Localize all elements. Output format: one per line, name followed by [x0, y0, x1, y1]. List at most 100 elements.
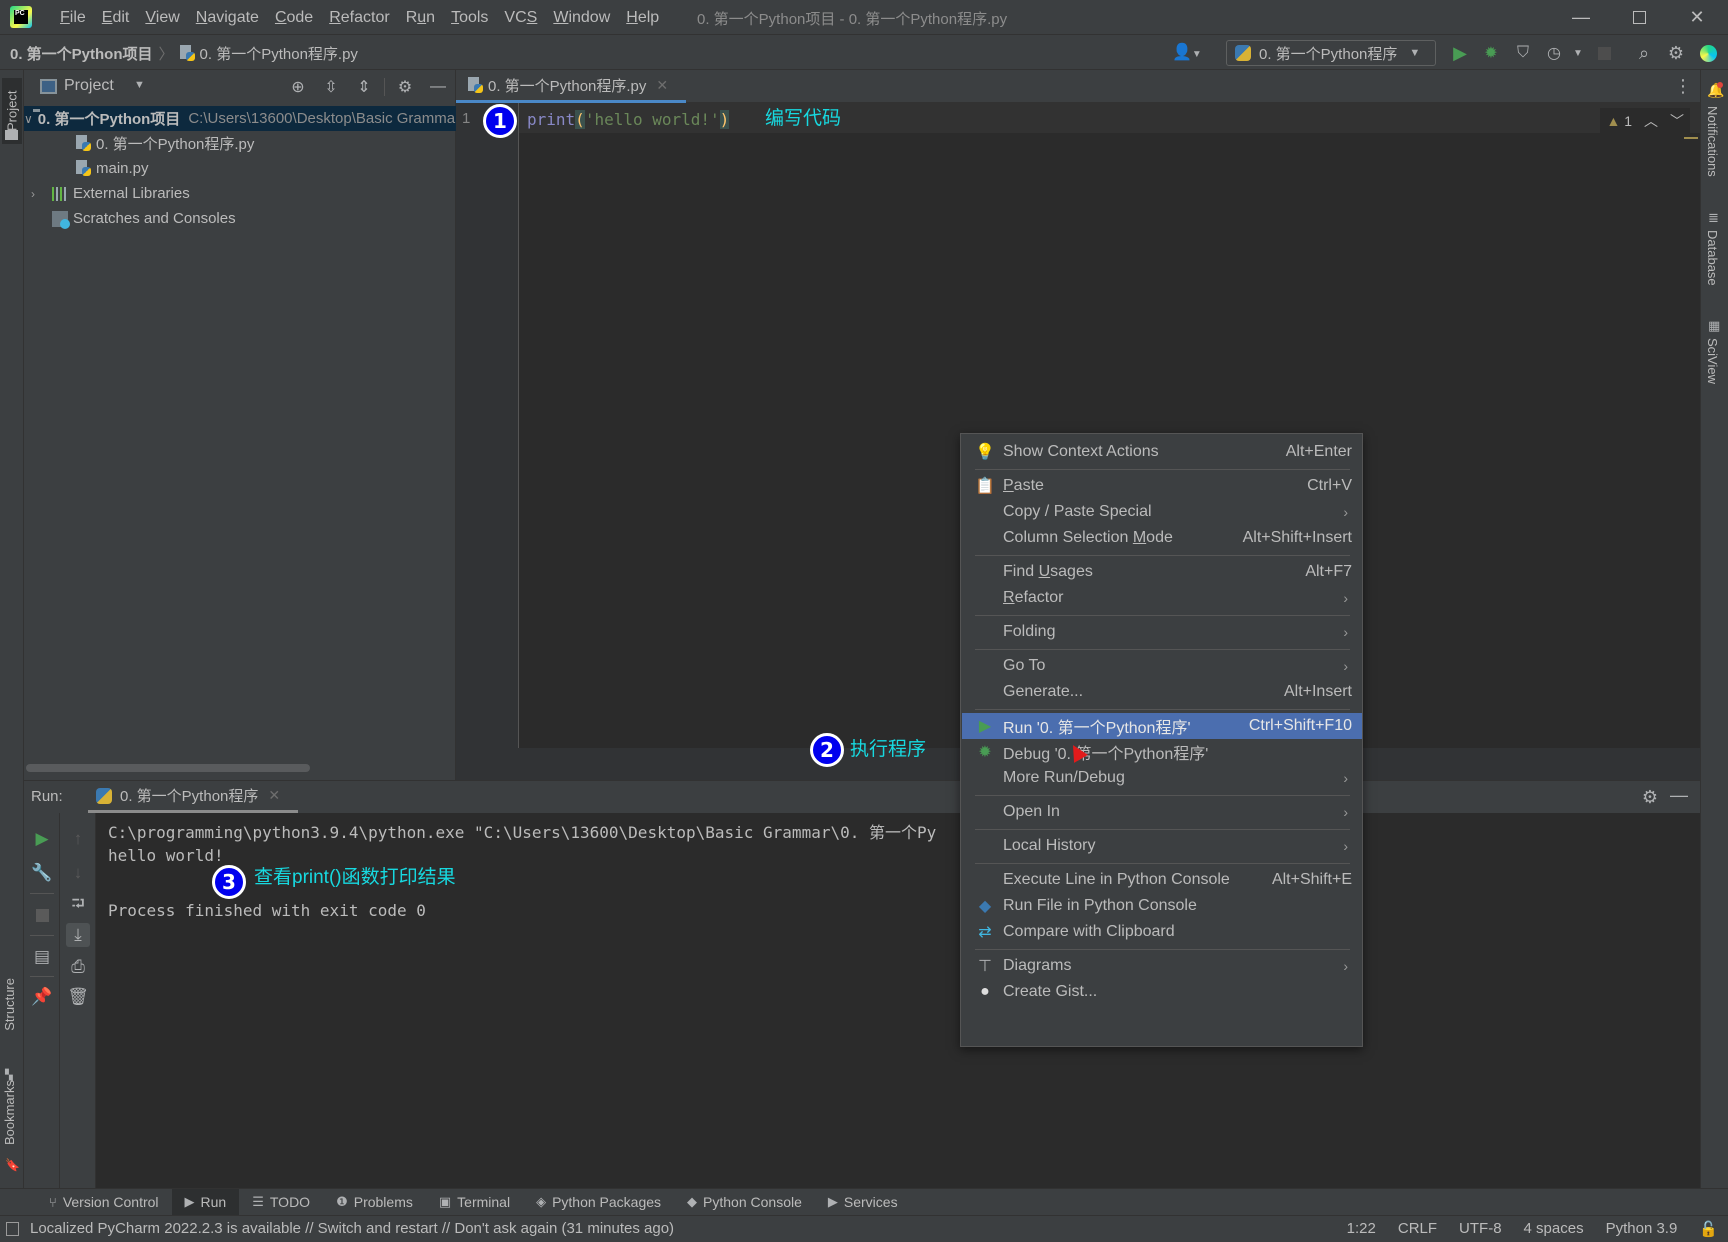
menu-item-show-context-actions[interactable]: 💡 Show Context Actions Alt+Enter [962, 439, 1362, 465]
maximize-button[interactable] [1610, 0, 1668, 35]
print-icon[interactable]: ⎙ [66, 955, 90, 979]
tool-tab-bookmarks[interactable]: Bookmarks [2, 1080, 17, 1145]
menu-item-go-to[interactable]: Go To › [962, 653, 1362, 679]
stop-button[interactable] [1593, 42, 1615, 64]
bottom-tab-terminal[interactable]: ▣ Terminal [426, 1189, 523, 1216]
tree-item-project-root[interactable]: ∨ 0. 第一个Python项目 C:\Users\13600\Desktop\… [24, 106, 456, 131]
close-window-button[interactable]: ✕ [1668, 0, 1726, 35]
vcs-user-button[interactable]: 👤▼ [1172, 42, 1202, 62]
tree-item-file[interactable]: 0. 第一个Python程序.py [24, 131, 456, 156]
up-arrow-icon[interactable]: ↑ [66, 827, 90, 851]
trash-icon[interactable]: 🗑 [66, 985, 90, 1009]
tool-tab-sciview[interactable]: SciView [1705, 338, 1720, 384]
caret-position[interactable]: 1:22 [1347, 1220, 1376, 1238]
run-with-coverage-button[interactable]: ⛉ [1512, 42, 1534, 64]
soft-wrap-icon[interactable]: ⮒ [66, 893, 90, 917]
menu-refactor[interactable]: Refactor [321, 9, 397, 27]
previous-highlight-icon[interactable]: ︿ [1644, 111, 1658, 131]
menu-item-run-python[interactable]: ▶ Run '0. 第一个Python程序' Ctrl+Shift+F10 [962, 713, 1362, 739]
menu-item-copy-paste-special[interactable]: Copy / Paste Special › [962, 499, 1362, 525]
scroll-to-end-icon[interactable]: ⤓ [66, 923, 90, 947]
menu-view[interactable]: View [137, 9, 187, 27]
line-separator[interactable]: CRLF [1398, 1220, 1437, 1238]
menu-item-diagrams[interactable]: ⊤ Diagrams › [962, 953, 1362, 979]
menu-item-open-in[interactable]: Open In › [962, 799, 1362, 825]
wrench-icon[interactable]: 🔧 [30, 861, 54, 885]
menu-edit[interactable]: Edit [94, 9, 138, 27]
pin-icon[interactable]: 📌 [30, 985, 54, 1009]
profile-button[interactable]: ◷ [1543, 42, 1565, 64]
menu-file[interactable]: File [52, 9, 94, 27]
menu-item-local-history[interactable]: Local History › [962, 833, 1362, 859]
settings-button[interactable]: ⚙ [1665, 42, 1687, 64]
menu-item-run-file-in-python-console[interactable]: ◆ Run File in Python Console [962, 893, 1362, 919]
unlock-icon[interactable]: 🔓 [1699, 1220, 1718, 1238]
status-panel-icon[interactable] [6, 1222, 19, 1236]
horizontal-scrollbar[interactable] [26, 764, 310, 772]
locate-file-button[interactable]: ⊕ [288, 77, 308, 97]
inspection-widget[interactable]: ▲ 1 ︿ ﹀ [1600, 108, 1690, 134]
breadcrumb-file[interactable]: 0. 第一个Python程序.py [200, 43, 358, 64]
search-everywhere-button[interactable]: ⌕ [1633, 42, 1655, 64]
menu-help[interactable]: Help [618, 9, 667, 27]
breadcrumb-project[interactable]: 0. 第一个Python项目 [10, 43, 153, 64]
editor-tab[interactable]: 0. 第一个Python程序.py ✕ [456, 70, 686, 103]
hide-panel-button[interactable]: — [428, 77, 448, 97]
next-highlight-icon[interactable]: ﹀ [1670, 111, 1684, 131]
more-options-icon[interactable]: ⋮ [1674, 76, 1692, 97]
run-configuration-select[interactable]: 0. 第一个Python程序 ▼ [1226, 40, 1436, 66]
file-encoding[interactable]: UTF-8 [1459, 1220, 1502, 1238]
minimize-button[interactable]: — [1552, 0, 1610, 35]
tool-tab-notifications[interactable]: Notifications [1705, 106, 1720, 177]
project-options-button[interactable]: ⚙ [395, 77, 415, 97]
layout-icon[interactable]: ▤ [30, 945, 54, 969]
menu-tools[interactable]: Tools [443, 9, 496, 27]
run-tab[interactable]: 0. 第一个Python程序 ✕ [88, 781, 298, 813]
tool-tab-database[interactable]: Database [1705, 230, 1720, 286]
bottom-tab-python-console[interactable]: ◆ Python Console [674, 1189, 815, 1216]
menu-item-refactor[interactable]: Refactor › [962, 585, 1362, 611]
menu-item-execute-line-in-python-console[interactable]: Execute Line in Python Console Alt+Shift+… [962, 867, 1362, 893]
menu-item-debug-python[interactable]: ✹ Debug '0. 第一个Python程序' [962, 739, 1362, 765]
pycharm-logo-icon[interactable]: PC [10, 6, 32, 28]
menu-item-create-gist[interactable]: ● Create Gist... [962, 979, 1362, 1005]
project-view-selector[interactable]: Project [64, 77, 114, 95]
more-run-options-button[interactable]: ▼ [1567, 42, 1589, 64]
menu-item-compare-with-clipboard[interactable]: ⇄ Compare with Clipboard [962, 919, 1362, 945]
bottom-tab-problems[interactable]: ❶ Problems [323, 1189, 426, 1216]
rerun-icon[interactable]: ▶ [30, 827, 54, 851]
menu-item-folding[interactable]: Folding › [962, 619, 1362, 645]
hide-panel-icon[interactable]: — [1670, 785, 1688, 806]
menu-item-paste[interactable]: 📋 Paste Ctrl+V [962, 473, 1362, 499]
error-stripe-marker[interactable] [1684, 137, 1698, 139]
chevron-down-icon[interactable]: ▼ [134, 79, 145, 91]
close-tab-icon[interactable]: ✕ [268, 787, 280, 804]
expand-all-button[interactable]: ⇳ [321, 77, 341, 97]
bottom-tab-services[interactable]: ▶ Services [815, 1189, 911, 1216]
menu-item-more-run-debug[interactable]: More Run/Debug › [962, 765, 1362, 791]
menu-item-column-selection-mode[interactable]: Column Selection Mode Alt+Shift+Insert [962, 525, 1362, 551]
close-tab-icon[interactable]: ✕ [656, 77, 668, 94]
tool-tab-structure[interactable]: Structure [2, 978, 17, 1031]
stop-icon[interactable] [30, 903, 54, 927]
menu-item-generate[interactable]: Generate... Alt+Insert [962, 679, 1362, 705]
tree-item-file[interactable]: main.py [24, 156, 456, 181]
code-line-1[interactable]: print('hello world!') [527, 110, 730, 129]
tree-item-external-libraries[interactable]: › External Libraries [24, 181, 456, 206]
status-message[interactable]: Localized PyCharm 2022.2.3 is available … [30, 1220, 674, 1237]
indent-setting[interactable]: 4 spaces [1524, 1220, 1584, 1238]
bottom-tab-run[interactable]: ▶ Run [171, 1188, 240, 1216]
menu-code[interactable]: Code [267, 9, 321, 27]
bottom-tab-todo[interactable]: ☰ TODO [239, 1189, 323, 1216]
menu-window[interactable]: Window [545, 9, 618, 27]
menu-item-find-usages[interactable]: Find Usages Alt+F7 [962, 559, 1362, 585]
bottom-tab-python-packages[interactable]: ◈ Python Packages [523, 1189, 674, 1216]
bottom-tab-version-control[interactable]: ⑂ Version Control [36, 1189, 172, 1216]
menu-vcs[interactable]: VCS [496, 9, 545, 27]
down-arrow-icon[interactable]: ↓ [66, 861, 90, 885]
run-button[interactable]: ▶ [1449, 42, 1471, 64]
menu-run[interactable]: Run [398, 9, 443, 27]
menu-navigate[interactable]: Navigate [188, 9, 267, 27]
collapse-all-button[interactable]: ⇕ [354, 77, 374, 97]
chevron-right-icon[interactable]: › [26, 187, 40, 201]
